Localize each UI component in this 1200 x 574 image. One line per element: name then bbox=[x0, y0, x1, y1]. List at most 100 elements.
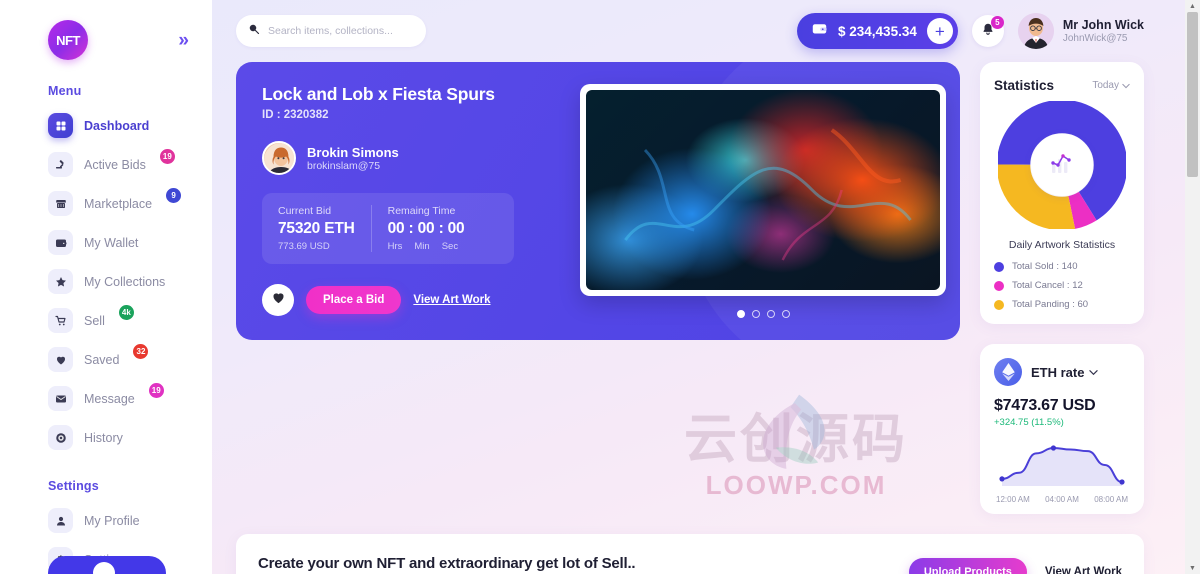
statistics-title: Statistics bbox=[994, 78, 1055, 93]
right-column: Statistics Today Daily Artwork Statistic… bbox=[980, 62, 1144, 514]
current-bid-block: Current Bid 75320 ETH 773.69 USD bbox=[278, 205, 355, 252]
sidebar-item-badge: 19 bbox=[148, 383, 164, 398]
like-button[interactable] bbox=[262, 284, 294, 316]
brand-logo[interactable]: NFT bbox=[48, 20, 88, 60]
settings-section-title: Settings bbox=[48, 479, 99, 493]
sidebar-upgrade-button[interactable] bbox=[48, 556, 166, 574]
legend-label: Total Panding : 60 bbox=[1012, 299, 1089, 310]
donut-center bbox=[1031, 134, 1093, 196]
legend-row: Total Cancel : 12 bbox=[994, 280, 1130, 291]
sidebar-item-my-profile[interactable]: My Profile bbox=[0, 501, 212, 540]
page-scrollbar[interactable]: ▲ ▼ bbox=[1185, 0, 1200, 574]
sidebar-header: NFT » bbox=[0, 0, 212, 62]
store-icon bbox=[48, 191, 73, 216]
scrollbar-thumb[interactable] bbox=[1187, 12, 1198, 177]
legend-row: Total Sold : 140 bbox=[994, 261, 1130, 272]
featured-artwork bbox=[562, 84, 946, 318]
menu-section-title: Menu bbox=[48, 84, 82, 98]
sidebar: NFT » Menu Dashboard Active Bids 19 Marketp… bbox=[0, 0, 212, 574]
eth-rate-card: ETH rate $7473.67 USD +324.75 (11.5%) 12… bbox=[980, 344, 1144, 514]
legend-label: Total Sold : 140 bbox=[1012, 261, 1078, 272]
sidebar-item-active-bids[interactable]: Active Bids 19 bbox=[0, 145, 212, 184]
chevron-down-icon bbox=[1122, 83, 1130, 88]
eth-time-label: 04:00 AM bbox=[1045, 495, 1079, 504]
wallet-icon bbox=[811, 20, 828, 42]
wallet-add-button[interactable]: + bbox=[926, 18, 953, 44]
app-root: NFT » Menu Dashboard Active Bids 19 Marketp… bbox=[0, 0, 1200, 574]
sidebar-item-saved[interactable]: Saved 32 bbox=[0, 340, 212, 379]
view-artwork-link[interactable]: View Art Work bbox=[413, 294, 490, 306]
sidebar-item-badge: 4k bbox=[118, 305, 134, 320]
sidebar-item-label: My Profile bbox=[84, 513, 140, 528]
sidebar-item-label: Dashboard bbox=[84, 118, 150, 133]
promo-banner: Create your own NFT and extraordinary ge… bbox=[236, 534, 1144, 574]
carousel-dot[interactable] bbox=[766, 310, 775, 318]
sidebar-item-label: Message bbox=[84, 391, 135, 406]
search-box[interactable] bbox=[236, 15, 426, 47]
carousel-dot[interactable] bbox=[751, 310, 760, 318]
unit-min: Min bbox=[414, 241, 430, 252]
statistics-caption: Daily Artwork Statistics bbox=[1008, 239, 1116, 251]
sidebar-item-sell[interactable]: Sell 4k bbox=[0, 301, 212, 340]
sidebar-item-message[interactable]: Message 19 bbox=[0, 379, 212, 418]
sidebar-item-dashboard[interactable]: Dashboard bbox=[0, 106, 212, 145]
promo-view-artwork-link[interactable]: View Art Work bbox=[1045, 566, 1122, 574]
statistics-period-select[interactable]: Today bbox=[1092, 80, 1130, 91]
countdown-units: Hrs Min Sec bbox=[388, 241, 465, 252]
gavel-icon bbox=[48, 152, 73, 177]
sidebar-item-my-collections[interactable]: My Collections bbox=[0, 262, 212, 301]
featured-details: Lock and Lob x Fiesta Spurs ID : 2320382 bbox=[262, 84, 562, 318]
ethereum-icon bbox=[994, 358, 1022, 386]
legend-color-dot bbox=[994, 299, 1004, 310]
sidebar-item-label: My Wallet bbox=[84, 235, 139, 250]
promo-text: Create your own NFT and extraordinary ge… bbox=[258, 555, 636, 574]
wallet-amount: $ 234,435.34 bbox=[838, 23, 917, 39]
featured-auction-card: Lock and Lob x Fiesta Spurs ID : 2320382 bbox=[236, 62, 960, 340]
eth-sparkline bbox=[994, 436, 1130, 493]
artwork-frame[interactable] bbox=[580, 84, 946, 296]
statistics-card: Statistics Today Daily Artwork Statistic… bbox=[980, 62, 1144, 324]
featured-id: ID : 2320382 bbox=[262, 109, 329, 121]
scroll-down-arrow[interactable]: ▼ bbox=[1185, 562, 1200, 574]
sidebar-item-my-wallet[interactable]: My Wallet bbox=[0, 223, 212, 262]
eth-change: +324.75 (11.5%) bbox=[994, 417, 1064, 428]
featured-actions: Place a Bid View Art Work bbox=[262, 284, 562, 316]
sidebar-item-marketplace[interactable]: Marketplace 9 bbox=[0, 184, 212, 223]
place-bid-button[interactable]: Place a Bid bbox=[306, 286, 402, 314]
sidebar-item-label: Marketplace bbox=[84, 196, 153, 211]
wallet-balance-button[interactable]: $ 234,435.34 + bbox=[797, 13, 958, 49]
user-profile-button[interactable]: Mr John Wick JohnWick@75 bbox=[1017, 13, 1144, 49]
sidebar-item-label: Active Bids bbox=[84, 157, 146, 172]
eth-time-label: 08:00 AM bbox=[1094, 495, 1128, 504]
upload-products-button[interactable]: Upload Products bbox=[908, 558, 1027, 574]
bid-divider bbox=[370, 205, 372, 252]
artist-avatar bbox=[262, 141, 296, 175]
featured-title: Lock and Lob x Fiesta Spurs bbox=[262, 84, 495, 104]
carousel-dot[interactable] bbox=[781, 310, 790, 318]
scroll-up-arrow[interactable]: ▲ bbox=[1185, 0, 1200, 12]
sidebar-item-label: My Collections bbox=[84, 274, 166, 289]
page-content: Lock and Lob x Fiesta Spurs ID : 2320382 bbox=[212, 62, 1200, 574]
artist-row[interactable]: Brokin Simons brokinslam@75 bbox=[262, 141, 562, 175]
line-chart-icon bbox=[1047, 150, 1077, 181]
artist-name: Brokin Simons bbox=[307, 144, 399, 160]
main-area: $ 234,435.34 + 5 bbox=[212, 0, 1200, 574]
carousel-dots[interactable] bbox=[736, 310, 790, 318]
notifications-button[interactable]: 5 bbox=[971, 15, 1004, 47]
sidebar-item-label: History bbox=[84, 430, 123, 445]
user-name: Mr John Wick bbox=[1062, 17, 1144, 32]
carousel-dot[interactable] bbox=[736, 310, 745, 318]
heart-icon bbox=[48, 347, 73, 372]
sidebar-collapse-icon[interactable]: » bbox=[178, 31, 190, 50]
remaining-time-label: Remaing Time bbox=[387, 205, 456, 217]
legend-color-dot bbox=[994, 261, 1004, 272]
search-input[interactable] bbox=[268, 25, 414, 37]
grid-icon bbox=[48, 113, 73, 138]
eth-title-row[interactable]: ETH rate bbox=[1031, 365, 1099, 380]
topbar: $ 234,435.34 + 5 bbox=[212, 0, 1200, 62]
dashboard-top-row: Lock and Lob x Fiesta Spurs ID : 2320382 bbox=[236, 62, 1144, 514]
sidebar-item-history[interactable]: History bbox=[0, 418, 212, 457]
search-icon bbox=[248, 22, 260, 40]
bid-info-box: Current Bid 75320 ETH 773.69 USD Remaing… bbox=[262, 193, 514, 264]
countdown-value: 00 : 00 : 00 bbox=[387, 220, 465, 237]
